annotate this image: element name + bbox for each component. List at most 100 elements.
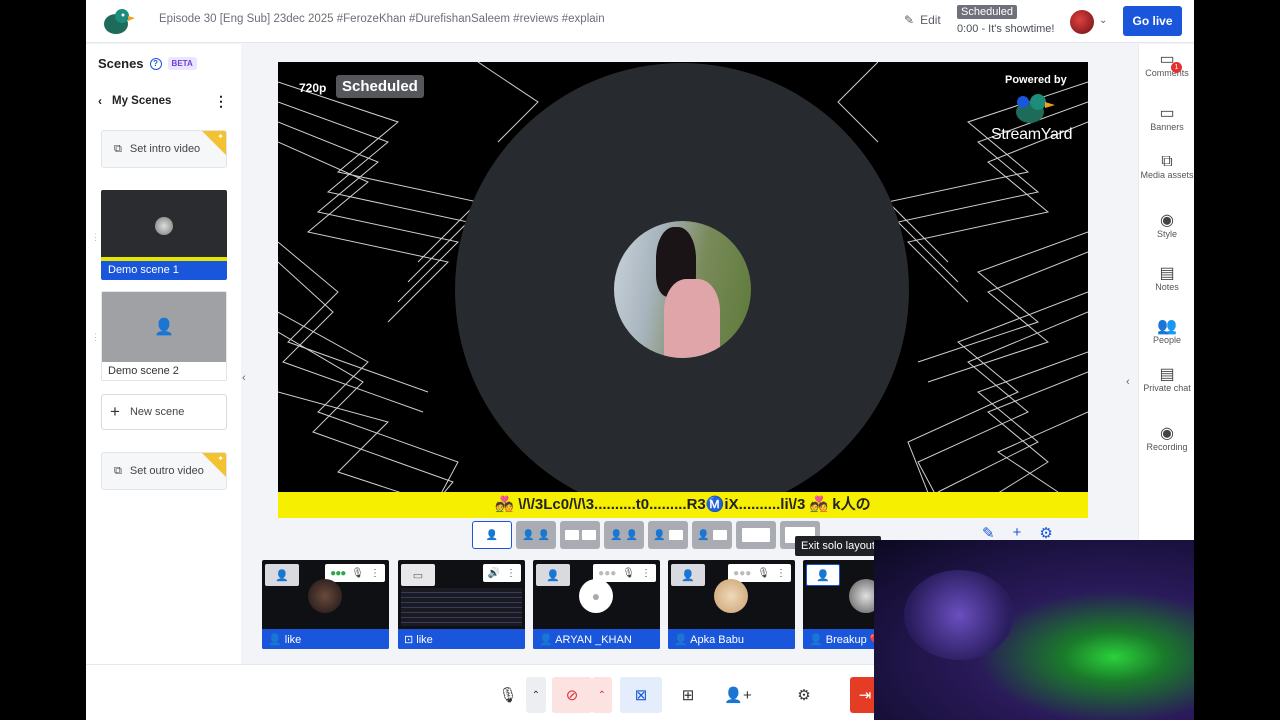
settings-button[interactable]: ⚙: [786, 677, 822, 713]
scene-1-label: Demo scene 1: [101, 261, 227, 280]
chevron-down-icon[interactable]: ⌄: [1099, 15, 1107, 26]
ticker-banner[interactable]: 💑 \/\/3Lc0/\/\3..........t0.........R3Ⓜ️…: [278, 492, 1088, 518]
add-to-stage-button[interactable]: 👤: [671, 564, 705, 586]
add-to-stage-button[interactable]: ▭: [401, 564, 435, 586]
layout-cinema-button[interactable]: [736, 521, 776, 549]
edit-label: Edit: [920, 13, 941, 27]
style-label: Style: [1156, 229, 1177, 239]
camera-off-button[interactable]: ⊘: [552, 677, 592, 713]
stage-canvas[interactable]: 720p Scheduled Powered by StreamYard 💑 \…: [278, 62, 1088, 518]
person-icon: 👤: [625, 529, 638, 541]
participant-name-bar: ⊡ like: [398, 629, 525, 649]
speaker-icon[interactable]: 🔊: [488, 568, 500, 579]
beta-badge: BETA: [167, 57, 197, 70]
exit-solo-tooltip: Exit solo layout: [795, 536, 881, 556]
screen-share-preview: [401, 588, 522, 626]
person-icon: 👤: [653, 529, 666, 541]
people-tab[interactable]: 👥 People: [1139, 319, 1194, 346]
tile-controls[interactable]: 🔊 ⋮: [482, 564, 521, 582]
participant-thumb: [155, 217, 173, 235]
stage-status-badge: Scheduled: [336, 75, 424, 98]
layout-cropped-button[interactable]: 👤 👤: [516, 521, 556, 549]
sparkle-icon: ✦: [217, 454, 224, 463]
scene-card-1[interactable]: Demo scene 1: [101, 190, 227, 280]
style-tab[interactable]: ◉ Style: [1139, 212, 1194, 240]
collapse-left-icon[interactable]: ‹: [242, 372, 246, 384]
avatar[interactable]: [1070, 10, 1094, 34]
person-icon: 👤: [674, 634, 691, 646]
tile-controls[interactable]: ●●● 🎙 ⋮: [593, 564, 656, 582]
mic-icon[interactable]: 🎙: [622, 568, 635, 579]
outro-video-label: Set outro video: [129, 465, 204, 477]
private-chat-tab[interactable]: ▤ Private chat: [1139, 366, 1194, 394]
top-bar: Episode 30 [Eng Sub] 23dec 2025 #FerozeK…: [86, 0, 1194, 43]
video-icon: ⧉: [114, 464, 122, 477]
set-intro-video-button[interactable]: ⧉ Set intro video ✦: [101, 130, 227, 168]
mic-icon[interactable]: 🎙: [757, 568, 770, 579]
camera-options-chevron-icon[interactable]: ⌃: [592, 677, 612, 713]
layout-group-wide-button[interactable]: 👤 👤: [604, 521, 644, 549]
streamyard-logo-icon[interactable]: [102, 6, 136, 36]
add-to-stage-button[interactable]: 👤: [536, 564, 570, 586]
go-live-button[interactable]: Go live: [1123, 6, 1182, 36]
edit-button[interactable]: ✎ Edit: [904, 13, 941, 27]
banner-icon: ▭: [1159, 105, 1175, 122]
invite-guest-button[interactable]: 👤+: [720, 677, 756, 713]
layout-solo-button[interactable]: 👤: [472, 521, 512, 549]
participant-tile-4[interactable]: 👤 ●●● 🎙 ⋮ 👤 Apka Babu: [668, 560, 795, 649]
add-to-stage-button[interactable]: 👤: [265, 564, 299, 586]
layout-group-button[interactable]: [560, 521, 600, 549]
notes-tab[interactable]: ▤ Notes: [1139, 266, 1194, 293]
intro-video-label: Set intro video: [129, 143, 201, 155]
layout-selector: 👤 👤 👤 👤 👤 👤 👤: [472, 521, 820, 549]
tile-controls[interactable]: ●●● 🎙 ⋮: [728, 564, 791, 582]
layout-pip-button[interactable]: 👤: [692, 521, 732, 549]
banners-tab[interactable]: ▭ Banners: [1139, 105, 1194, 133]
participant-name: like: [416, 634, 433, 646]
participant-tile-3[interactable]: 👤 ●●● 🎙 ⋮ ● 👤 ARYAN _KHAN: [533, 560, 660, 649]
kebab-menu-icon[interactable]: ⋮: [214, 94, 228, 108]
help-icon[interactable]: ?: [149, 57, 162, 70]
participant-tile-2[interactable]: ▭ 🔊 ⋮ ⊡ like: [398, 560, 525, 649]
mic-options-chevron-icon[interactable]: ⌃: [526, 677, 546, 713]
new-scene-button[interactable]: + New scene: [101, 394, 227, 430]
mic-button[interactable]: 🎙: [490, 677, 526, 713]
recording-tab[interactable]: ◉ Recording: [1139, 425, 1194, 453]
overlay-glow: [904, 570, 1014, 660]
media-icon: ⧉: [1161, 153, 1173, 170]
present-button[interactable]: ⊞: [670, 677, 706, 713]
banners-label: Banners: [1150, 122, 1184, 132]
participant-tile-1[interactable]: 👤 ●●● 🎙 ⋮ 👤 like: [262, 560, 389, 649]
kebab-menu-icon[interactable]: ⋮: [776, 568, 786, 579]
chat-icon: ▤: [1159, 366, 1175, 383]
layout-screen-button[interactable]: 👤: [648, 521, 688, 549]
scenes-panel: Scenes ? BETA ‹ My Scenes ⋮ ⧉ Set intro …: [86, 44, 241, 720]
broadcast-title[interactable]: Episode 30 [Eng Sub] 23dec 2025 #FerozeK…: [159, 13, 605, 25]
kebab-menu-icon[interactable]: ⋮: [506, 568, 516, 579]
scene-card-2[interactable]: 👤 Demo scene 2: [101, 291, 227, 381]
tile-controls[interactable]: ●●● 🎙 ⋮: [325, 564, 385, 582]
participant-avatar: [714, 579, 748, 613]
screen-share-icon: ⊡: [404, 634, 417, 646]
set-outro-video-button[interactable]: ⧉ Set outro video ✦: [101, 452, 227, 490]
scenes-title: Scenes: [98, 56, 144, 71]
my-scenes-label: My Scenes: [112, 95, 172, 107]
share-screen-button[interactable]: ⊠: [620, 677, 662, 713]
participant-video[interactable]: [614, 221, 751, 358]
person-icon: 👤: [610, 529, 623, 541]
showtime-text: 0:00 - It's showtime!: [957, 23, 1055, 35]
collapse-right-icon[interactable]: ‹: [1126, 376, 1130, 388]
kebab-menu-icon[interactable]: ⋮: [641, 568, 651, 579]
chevron-left-icon[interactable]: ‹: [98, 94, 102, 108]
screen-icon: [742, 528, 770, 542]
add-to-stage-button[interactable]: 👤: [806, 564, 840, 586]
media-assets-tab[interactable]: ⧉ Media assets: [1139, 153, 1194, 181]
screen-share-icon: ⊠: [634, 687, 648, 704]
audio-level-icon: ●●●: [598, 567, 617, 579]
palette-icon: ◉: [1160, 212, 1174, 229]
kebab-menu-icon[interactable]: ⋮: [370, 568, 380, 579]
person-icon: 👤: [809, 634, 826, 646]
mic-icon[interactable]: 🎙: [351, 568, 364, 579]
record-icon: ◉: [1160, 425, 1174, 442]
comments-tab[interactable]: ▭ 1 Comments: [1139, 52, 1194, 79]
